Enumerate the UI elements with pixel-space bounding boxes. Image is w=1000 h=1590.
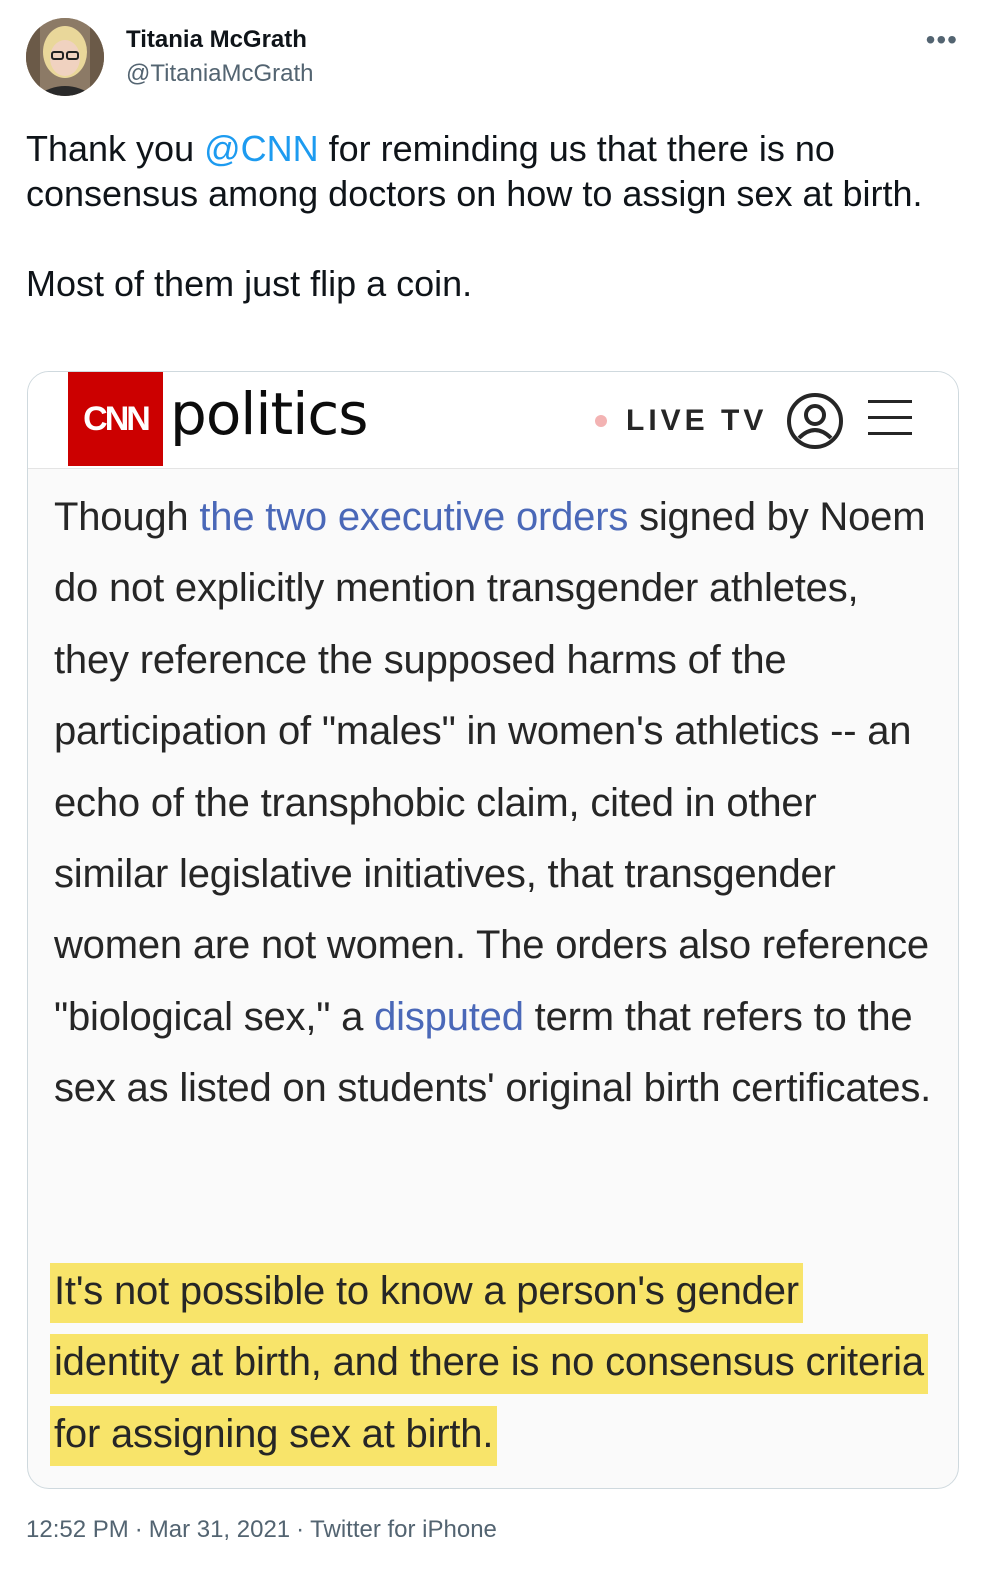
highlighted-paragraph: It's not possible to know a person's gen… xyxy=(50,1256,930,1470)
author-handle[interactable]: @TitaniaMcGrath xyxy=(126,60,314,88)
tweet-source[interactable]: Twitter for iPhone xyxy=(310,1516,497,1543)
tweet-time[interactable]: 12:52 PM xyxy=(26,1516,129,1543)
tweet-text: Thank you @CNN for reminding us that the… xyxy=(26,126,946,306)
separator: · xyxy=(134,1516,143,1543)
embedded-screenshot[interactable]: CNN politics LIVE TV Though the two exec… xyxy=(27,371,959,1489)
tweet-timestamp: 12:52 PM · Mar 31, 2021 · Twitter for iPhone xyxy=(26,1516,497,1544)
live-dot-icon xyxy=(595,415,607,427)
tweet-header: Titania McGrath @TitaniaMcGrath ••• xyxy=(26,18,974,98)
more-dots-icon[interactable]: ••• xyxy=(926,26,958,54)
section-title: politics xyxy=(170,380,368,448)
author-name[interactable]: Titania McGrath xyxy=(126,26,307,54)
tweet-date[interactable]: Mar 31, 2021 xyxy=(149,1516,290,1543)
tweet-paragraph-second: Most of them just flip a coin. xyxy=(26,263,473,304)
cnn-logo: CNN xyxy=(68,372,163,466)
avatar[interactable] xyxy=(26,18,104,96)
article-paragraph: Though the two executive orders signed b… xyxy=(54,482,934,1125)
highlighted-text: It's not possible to know a person's gen… xyxy=(50,1263,928,1466)
tweet-text-start: Thank you xyxy=(26,128,205,169)
hamburger-menu-icon xyxy=(868,400,912,435)
tweet-paragraph: Thank you @CNN for reminding us that the… xyxy=(26,126,946,216)
cnn-header: CNN politics LIVE TV xyxy=(28,372,958,469)
separator: · xyxy=(296,1516,305,1543)
article-text: signed by Noem do not explicitly mention… xyxy=(54,495,929,1039)
mention-link[interactable]: @CNN xyxy=(204,128,319,169)
live-tv-link: LIVE TV xyxy=(626,404,768,437)
user-circle-icon xyxy=(787,393,843,449)
executive-orders-link: the two executive orders xyxy=(199,495,629,539)
article-text: Though xyxy=(54,495,200,539)
disputed-link: disputed xyxy=(374,994,524,1039)
